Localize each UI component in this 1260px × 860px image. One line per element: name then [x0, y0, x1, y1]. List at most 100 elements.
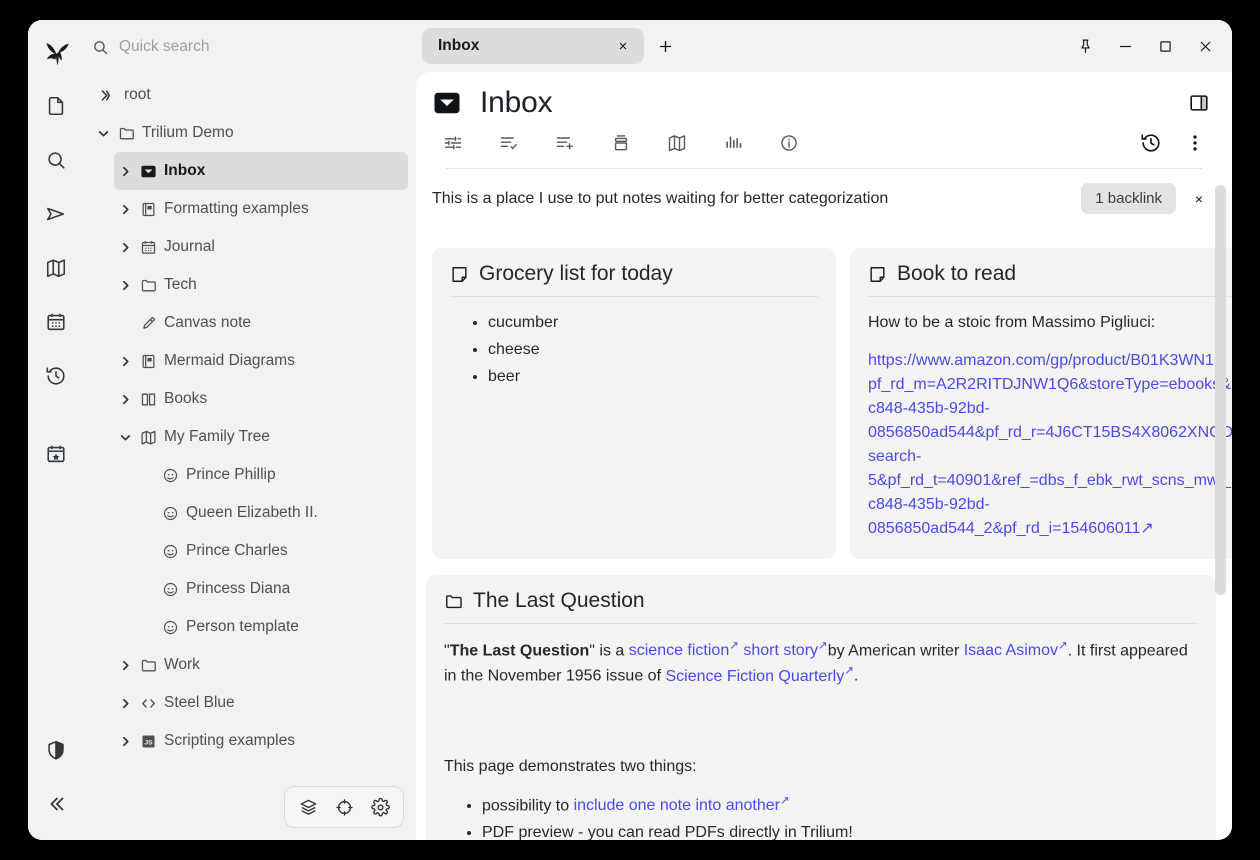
maximize-button[interactable]	[1148, 29, 1182, 63]
list-item: cucumber	[488, 311, 818, 335]
vertical-scrollbar[interactable]	[1215, 185, 1226, 595]
card-title: Grocery list for today	[479, 262, 673, 286]
url-line[interactable]: https://www.amazon.com/gp/product/B01K3W…	[868, 349, 1232, 373]
link-isaac-asimov[interactable]: Isaac Asimov	[964, 642, 1068, 659]
chevron-right-icon[interactable]	[114, 393, 136, 406]
layers-icon[interactable]	[293, 793, 323, 821]
tree-row-work[interactable]: Work	[114, 646, 408, 684]
tree-row-person-template[interactable]: Person template	[136, 608, 408, 646]
minimize-button[interactable]	[1108, 29, 1142, 63]
tab-close-icon[interactable]: ×	[612, 35, 634, 57]
amazon-link[interactable]: https://www.amazon.com/gp/product/B01K3W…	[868, 349, 1232, 541]
link-short-story[interactable]: short story	[739, 642, 828, 659]
calendar-star-icon[interactable]	[38, 436, 74, 472]
tree-row-formatting-examples[interactable]: Formatting examples	[114, 190, 408, 228]
calendar-icon[interactable]	[38, 304, 74, 340]
tree-item-label: Queen Elizabeth II.	[186, 504, 318, 522]
close-icon[interactable]: ×	[1188, 188, 1210, 210]
book-closed-icon	[136, 201, 160, 218]
stats-icon[interactable]	[718, 128, 748, 158]
target-icon[interactable]	[329, 793, 359, 821]
chevron-right-icon[interactable]	[114, 279, 136, 292]
close-button[interactable]	[1188, 29, 1222, 63]
sidebar: root Trilium Demo Inbox Formatting example…	[84, 20, 416, 840]
tree-row-mermaid-diagrams[interactable]: Mermaid Diagrams	[114, 342, 408, 380]
url-line[interactable]: 5&pf_rd_t=40901&ref_=dbs_f_ebk_rwt_scns_…	[868, 469, 1232, 493]
url-line[interactable]: 0856850ad544_2&pf_rd_i=154606011↗	[868, 517, 1232, 541]
shield-icon[interactable]	[38, 732, 74, 768]
tab-label: Inbox	[438, 37, 612, 55]
tab-inbox[interactable]: Inbox ×	[422, 28, 644, 64]
demo-bullet-list: possibility to include one note into ano…	[444, 793, 1198, 840]
chevron-right-icon[interactable]	[114, 697, 136, 710]
chevron-right-icon[interactable]	[114, 203, 136, 216]
book-open-icon	[136, 391, 160, 408]
link-science-fiction-quarterly[interactable]: Science Fiction Quarterly	[665, 668, 853, 685]
map-icon[interactable]	[38, 250, 74, 286]
note-description-row: This is a place I use to put notes waiti…	[426, 169, 1216, 214]
search-input[interactable]	[119, 38, 406, 56]
split-panel-icon[interactable]	[1182, 86, 1216, 120]
gear-icon[interactable]	[365, 793, 395, 821]
tree-row-scripting-examples[interactable]: JSScripting examples	[114, 722, 408, 760]
left-icon-rail	[28, 20, 84, 840]
link-science-fiction[interactable]: science fiction	[629, 642, 739, 659]
tree-row-canvas-note[interactable]: Canvas note	[114, 304, 408, 342]
chevron-right-icon[interactable]	[114, 241, 136, 254]
history-icon[interactable]	[1136, 128, 1166, 158]
chevron-down-icon[interactable]	[114, 431, 136, 444]
recent-changes-icon[interactable]	[38, 358, 74, 394]
send-icon[interactable]	[38, 196, 74, 232]
more-menu-icon[interactable]	[1180, 128, 1210, 158]
tree-row-inbox[interactable]: Inbox	[114, 152, 408, 190]
collapse-sidebar-icon[interactable]	[38, 786, 74, 822]
pin-window-button[interactable]	[1068, 29, 1102, 63]
tree-row-prince-phillip[interactable]: Prince Phillip	[136, 456, 408, 494]
note-icon[interactable]	[38, 88, 74, 124]
tree-row-princess-diana[interactable]: Princess Diana	[136, 570, 408, 608]
add-list-icon[interactable]	[550, 128, 580, 158]
chevron-right-icon[interactable]	[114, 735, 136, 748]
note-toolbar	[432, 120, 1216, 158]
status-badge[interactable]: 1 backlink	[1081, 183, 1176, 214]
bullet-link[interactable]: include one note into another	[574, 797, 790, 814]
tree-row-steel-blue[interactable]: Steel Blue	[114, 684, 408, 722]
map-icon[interactable]	[662, 128, 692, 158]
chevron-right-icon[interactable]	[114, 355, 136, 368]
tree-item-label: Inbox	[164, 162, 205, 180]
tree-item-label: Tech	[164, 276, 197, 294]
tree-row-trilium-demo[interactable]: Trilium Demo	[92, 114, 408, 152]
tree-item-label: My Family Tree	[164, 428, 270, 446]
search-icon[interactable]	[38, 142, 74, 178]
chevron-right-icon[interactable]	[114, 659, 136, 672]
tree-item-label: Steel Blue	[164, 694, 235, 712]
tree-row-queen-elizabeth-ii[interactable]: Queen Elizabeth II.	[136, 494, 408, 532]
url-line[interactable]: c848-435b-92bd-	[868, 397, 1232, 421]
url-line[interactable]: pf_rd_m=A2R2RITDJNW1Q6&storeType=ebooks&…	[868, 373, 1232, 397]
note-properties-icon[interactable]	[438, 128, 468, 158]
tree-row-tech[interactable]: Tech	[114, 266, 408, 304]
archive-icon[interactable]	[606, 128, 636, 158]
tree-item-label: Princess Diana	[186, 580, 290, 598]
url-line[interactable]: c848-435b-92bd-	[868, 493, 1232, 517]
tree-row-books[interactable]: Books	[114, 380, 408, 418]
tree-row-journal[interactable]: Journal	[114, 228, 408, 266]
note-page-icon	[868, 265, 887, 284]
chevron-right-icon[interactable]	[114, 165, 136, 178]
person-icon	[158, 619, 182, 636]
person-icon	[158, 581, 182, 598]
url-line[interactable]: 0856850ad544&pf_rd_r=4J6CT15BS4X8062XNGD…	[868, 421, 1232, 445]
code-icon	[136, 695, 160, 712]
url-line[interactable]: search-	[868, 445, 1232, 469]
chevron-down-icon[interactable]	[92, 127, 114, 140]
tree-row-root[interactable]: root	[84, 76, 416, 114]
folder-icon	[444, 592, 463, 611]
trilium-logo	[36, 34, 76, 74]
info-icon[interactable]	[774, 128, 804, 158]
new-tab-button[interactable]	[650, 31, 680, 61]
map-icon	[136, 429, 160, 446]
task-list-icon[interactable]	[494, 128, 524, 158]
tree-row-my-family-tree[interactable]: My Family Tree	[114, 418, 408, 456]
tree-row-prince-charles[interactable]: Prince Charles	[136, 532, 408, 570]
tree-item-label: Person template	[186, 618, 299, 636]
